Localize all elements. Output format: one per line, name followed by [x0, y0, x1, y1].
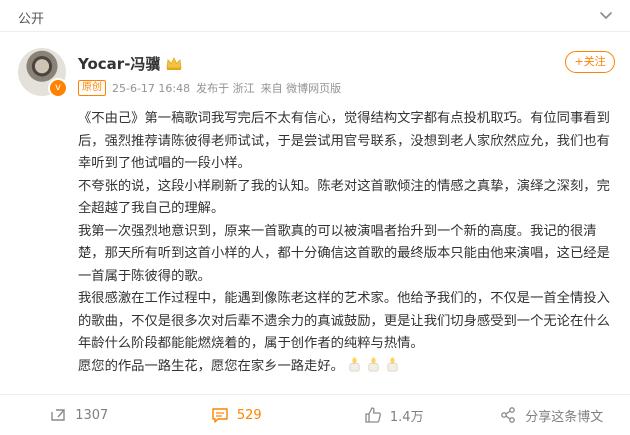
chevron-down-icon[interactable]: [596, 6, 616, 26]
post-meta: 原创 25-6-17 16:48 发布于 浙江 来自 微博网页版: [78, 80, 341, 96]
post-location: 发布于 浙江: [196, 82, 255, 95]
share-icon: [501, 407, 516, 423]
avatar[interactable]: v: [18, 48, 68, 98]
post-content: 《不由己》第一稿歌词我写完后不太有信心，觉得结构文字都有点投机取巧。有位同事看到…: [78, 108, 618, 378]
post-source: 来自 微博网页版: [260, 82, 342, 95]
post-time[interactable]: 25-6-17 16:48: [112, 82, 190, 95]
share-label: 分享这条博文: [525, 409, 604, 425]
repost-count: 1307: [75, 407, 109, 423]
share-button[interactable]: 分享这条博文: [473, 395, 630, 435]
comment-count: 529: [236, 407, 262, 423]
post-paragraph: 愿您的作品一路生花，愿您在家乡一路走好。: [78, 358, 344, 374]
comment-icon: [212, 408, 228, 423]
top-bar: 公开: [0, 0, 630, 32]
post-paragraph: 《不由己》第一稿歌词我写完后不太有信心，觉得结构文字都有点投机取巧。有位同事看到…: [78, 111, 610, 171]
post-paragraph: 我第一次强烈地意识到，原来一首歌真的可以被演唱者抬升到一个新的高度。我记的很清楚…: [78, 223, 610, 284]
post-paragraph: 不夸张的说，这段小样刷新了我的认知。陈老对这首歌倾注的情感之真挚，演绎之深刻，完…: [78, 178, 610, 217]
verified-badge-icon: v: [48, 78, 68, 98]
visibility-label: 公开: [18, 12, 45, 27]
post-paragraph-last: 愿您的作品一路生花，愿您在家乡一路走好。: [78, 356, 618, 379]
action-bar: 1307 529 1.4万 分享这条博文: [0, 394, 630, 435]
comment-button[interactable]: 529: [158, 395, 316, 435]
crown-icon[interactable]: [165, 55, 183, 71]
thumbs-up-icon: [365, 407, 381, 423]
author-name[interactable]: Yocar-冯骥: [78, 53, 160, 74]
repost-icon: [51, 409, 65, 421]
post-paragraph: 我很感激在工作过程中，能遇到像陈老这样的艺术家。他给予我们的，不仅是一首全情投入…: [78, 291, 610, 351]
candle-icon: [387, 356, 398, 371]
candle-icon: [368, 356, 379, 371]
follow-button[interactable]: +关注: [565, 51, 615, 73]
original-tag: 原创: [78, 80, 106, 96]
like-count: 1.4万: [389, 409, 424, 425]
candle-icon: [349, 356, 360, 371]
repost-button[interactable]: 1307: [0, 395, 158, 435]
like-button[interactable]: 1.4万: [315, 395, 473, 435]
author-row: Yocar-冯骥: [78, 52, 183, 74]
